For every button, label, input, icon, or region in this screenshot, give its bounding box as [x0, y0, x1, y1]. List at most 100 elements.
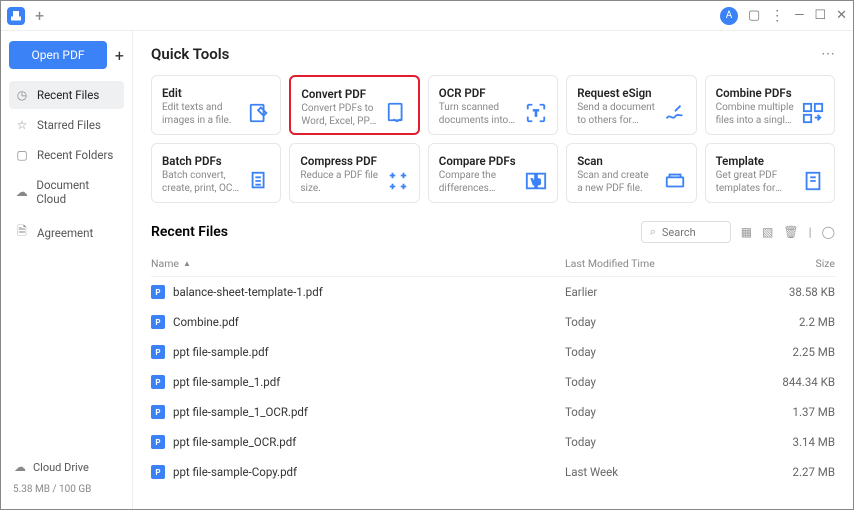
- tool-template[interactable]: Template Get great PDF templates for resu…: [705, 143, 835, 203]
- search-icon: ⌕: [650, 225, 656, 239]
- cloud-icon: ☁: [13, 460, 27, 474]
- search-input[interactable]: [662, 226, 722, 239]
- tool-desc: Edit texts and images in a file.: [162, 102, 240, 127]
- cloud-drive-link[interactable]: ☁ Cloud Drive: [9, 454, 124, 480]
- close-button[interactable]: ✕: [836, 8, 847, 23]
- svg-text:VS: VS: [532, 178, 542, 187]
- tool-title: Template: [716, 154, 794, 168]
- ocr-icon: T: [525, 102, 547, 124]
- tool-batch-pdfs[interactable]: Batch PDFsBatch convert, create, print, …: [151, 143, 281, 203]
- file-name: Combine.pdf: [173, 315, 565, 329]
- esign-icon: [664, 102, 686, 124]
- tool-compress-pdf[interactable]: Compress PDFReduce a PDF file size.: [289, 143, 419, 203]
- edit-icon: [248, 102, 270, 124]
- batch-icon: [248, 170, 270, 192]
- file-row[interactable]: ppt file-sample_OCR.pdfToday3.14 MB: [151, 427, 835, 457]
- file-size: 1.37 MB: [765, 405, 835, 419]
- file-row[interactable]: Combine.pdfToday2.2 MB: [151, 307, 835, 337]
- search-box[interactable]: ⌕: [641, 221, 731, 243]
- tool-edit[interactable]: Edit Edit texts and images in a file.: [151, 75, 281, 135]
- cloud-drive-label: Cloud Drive: [33, 461, 89, 474]
- tool-convert-pdf[interactable]: Convert PDFConvert PDFs to Word, Excel, …: [289, 75, 419, 135]
- maximize-button[interactable]: ☐: [814, 8, 826, 23]
- sidebar-item-document-cloud[interactable]: ☁Document Cloud: [9, 171, 124, 213]
- file-row[interactable]: ppt file-sample.pdfToday2.25 MB: [151, 337, 835, 367]
- list-view-icon[interactable]: ▦: [741, 225, 752, 239]
- pdf-file-icon: [151, 375, 165, 389]
- file-name: ppt file-sample_1_OCR.pdf: [173, 405, 565, 419]
- file-row[interactable]: ppt file-sample-Copy.pdfLast Week2.27 MB: [151, 457, 835, 487]
- file-modified: Earlier: [565, 285, 765, 299]
- tool-desc: Turn scanned documents into searchable o…: [439, 102, 517, 127]
- file-name: ppt file-sample_1.pdf: [173, 375, 565, 389]
- grid-view-icon[interactable]: ▧: [762, 225, 773, 239]
- compress-icon: [387, 170, 409, 192]
- tool-request-esign[interactable]: Request eSign Send a document to others f…: [566, 75, 696, 135]
- table-header: Name ▲ Last Modified Time Size: [151, 249, 835, 277]
- file-modified: Today: [565, 315, 765, 329]
- user-avatar[interactable]: A: [720, 7, 738, 25]
- sidebar-item-label: Agreement: [37, 226, 93, 240]
- file-row[interactable]: ppt file-sample_1.pdfToday844.34 KB: [151, 367, 835, 397]
- file-size: 38.58 KB: [765, 285, 835, 299]
- tool-compare-pdfs[interactable]: Compare PDFsCompare the differences betw…: [428, 143, 558, 203]
- tool-combine-pdfs[interactable]: Combine PDFsCombine multiple files into …: [705, 75, 835, 135]
- file-name: ppt file-sample_OCR.pdf: [173, 435, 565, 449]
- col-name-header[interactable]: Name ▲: [151, 257, 565, 270]
- storage-usage: 5.38 MB / 100 GB: [9, 480, 124, 499]
- sidebar-item-label: Recent Files: [37, 88, 99, 102]
- app-logo-icon: [7, 7, 25, 25]
- quick-tools-title: Quick Tools: [151, 45, 229, 63]
- tool-scan[interactable]: ScanScan and create a new PDF file.: [566, 143, 696, 203]
- file-modified: Today: [565, 345, 765, 359]
- quick-tools-menu[interactable]: ⋯: [821, 46, 835, 62]
- sidebar-item-starred-files[interactable]: ☆Starred Files: [9, 111, 124, 139]
- file-name: ppt file-sample.pdf: [173, 345, 565, 359]
- compare-icon: VS: [525, 170, 547, 192]
- sidebar-item-recent-folders[interactable]: ▢Recent Folders: [9, 141, 124, 169]
- new-file-button[interactable]: +: [115, 46, 124, 65]
- file-row[interactable]: balance-sheet-template-1.pdfEarlier38.58…: [151, 277, 835, 307]
- tool-ocr-pdf[interactable]: OCR PDF Turn scanned documents into searc…: [428, 75, 558, 135]
- file-size: 2.27 MB: [765, 465, 835, 479]
- tool-title: Edit: [162, 86, 240, 100]
- combine-icon: [802, 102, 824, 124]
- tool-desc: Send a document to others for signing.: [577, 102, 655, 127]
- titlebar: + A ▢ ⋮ — ☐ ✕: [1, 1, 853, 31]
- sidebar-item-label: Starred Files: [37, 118, 101, 132]
- pdf-file-icon: [151, 405, 165, 419]
- tool-desc: Get great PDF templates for resumes, pos…: [716, 170, 794, 195]
- app-menu-button[interactable]: ⋮: [770, 8, 784, 24]
- tool-title: Compare PDFs: [439, 154, 517, 168]
- col-size-header[interactable]: Size: [765, 257, 835, 270]
- file-size: 2.2 MB: [765, 315, 835, 329]
- tool-desc: Batch convert, create, print, OCR PDFs, …: [162, 170, 240, 195]
- file-modified: Today: [565, 375, 765, 389]
- tool-title: Request eSign: [577, 86, 655, 100]
- file-modified: Today: [565, 405, 765, 419]
- open-pdf-button[interactable]: Open PDF: [9, 41, 107, 69]
- refresh-icon[interactable]: ◯: [822, 225, 835, 239]
- svg-text:T: T: [534, 109, 539, 119]
- tool-title: OCR PDF: [439, 86, 517, 100]
- file-modified: Last Week: [565, 465, 765, 479]
- divider: |: [809, 225, 812, 239]
- recent-files-title: Recent Files: [151, 224, 228, 240]
- feedback-icon[interactable]: ▢: [748, 8, 760, 23]
- archive-icon[interactable]: 🗑: [783, 225, 798, 239]
- file-row[interactable]: ppt file-sample_1_OCR.pdfToday1.37 MB: [151, 397, 835, 427]
- main-content: Quick Tools ⋯ Edit Edit texts and images …: [133, 31, 853, 509]
- template-icon: [802, 170, 824, 192]
- minimize-button[interactable]: —: [794, 8, 804, 23]
- sidebar-item-label: Document Cloud: [36, 178, 118, 206]
- tool-title: Compress PDF: [300, 154, 378, 168]
- file-name: balance-sheet-template-1.pdf: [173, 285, 565, 299]
- pdf-file-icon: [151, 315, 165, 329]
- sidebar: Open PDF + ◷Recent Files☆Starred Files▢R…: [1, 31, 133, 509]
- sidebar-item-agreement[interactable]: 🗎Agreement: [9, 215, 124, 250]
- pdf-file-icon: [151, 435, 165, 449]
- file-size: 3.14 MB: [765, 435, 835, 449]
- new-tab-button[interactable]: +: [35, 6, 44, 25]
- col-modified-header[interactable]: Last Modified Time: [565, 257, 765, 270]
- sidebar-item-recent-files[interactable]: ◷Recent Files: [9, 81, 124, 109]
